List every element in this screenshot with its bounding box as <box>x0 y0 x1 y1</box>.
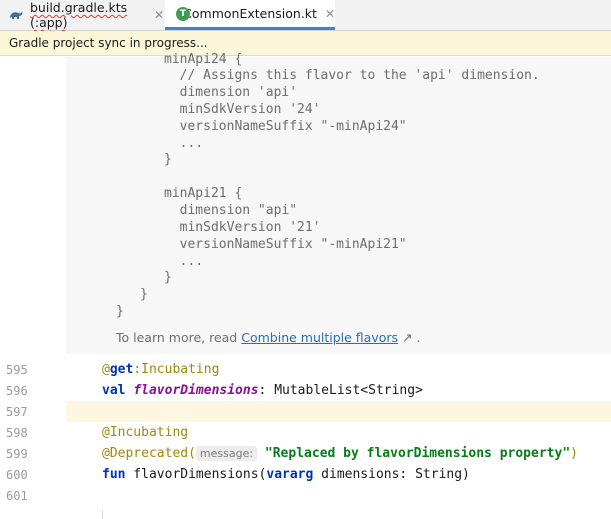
doc-code-line: minApi21 { <box>164 186 243 201</box>
doc-code-line: ... <box>164 254 204 269</box>
rendered-doc-comment <box>66 57 611 354</box>
close-icon[interactable]: ✕ <box>154 8 164 22</box>
keyword: fun <box>102 467 126 482</box>
close-icon[interactable]: ✕ <box>325 7 335 21</box>
doc-code-line: } <box>164 152 172 167</box>
annotation-close: ) <box>570 446 578 461</box>
line-number: 597 <box>6 405 28 419</box>
gradle-icon <box>8 7 24 23</box>
line-number: 595 <box>6 363 28 377</box>
doc-code-line: minApi24 { <box>164 52 243 67</box>
line-number: 600 <box>6 468 28 482</box>
line-number: 596 <box>6 384 28 398</box>
code-line-598[interactable]: @Incubating <box>102 425 188 440</box>
use-site-target: get <box>109 362 134 377</box>
doc-code-line: versionNameSuffix "-minApi24" <box>164 119 407 134</box>
line-number: 598 <box>6 426 28 440</box>
tab-build-gradle[interactable]: build.gradle.kts (:app) ✕ <box>0 0 164 30</box>
tab-common-extension[interactable]: T CommonExtension.kt ✕ <box>165 0 335 30</box>
doc-code-line: } <box>140 287 148 302</box>
learn-more-prefix: To learn more, read <box>116 330 242 345</box>
code-line-600[interactable]: fun flavorDimensions(vararg dimensions: … <box>102 467 470 482</box>
doc-code-line: ... <box>164 136 204 151</box>
doc-learn-more: To learn more, read Combine multiple fla… <box>116 330 420 345</box>
doc-code-line: minSdkVersion '21' <box>164 220 321 235</box>
keyword: val <box>102 383 126 398</box>
property-name: flavorDimensions <box>133 383 259 398</box>
line-number-gutter[interactable]: 595 596 597 598 599 600 601 <box>0 57 66 519</box>
doc-code-line: } <box>164 270 172 285</box>
combine-flavors-link[interactable]: Combine multiple flavors <box>241 330 398 345</box>
parameter-name-hint: message: <box>195 446 258 461</box>
code-line-596[interactable]: val flavorDimensions: MutableList<String… <box>102 383 423 398</box>
tab-label: build.gradle.kts (:app) <box>30 0 128 30</box>
editor-tab-bar: build.gradle.kts (:app) ✕ T CommonExtens… <box>0 0 611 31</box>
annotation: @Deprecated( <box>102 446 196 461</box>
function-name: flavorDimensions( <box>125 467 267 482</box>
annotation-name: :Incubating <box>133 362 220 377</box>
current-line-highlight <box>66 401 611 422</box>
annotation-at: @ <box>102 362 110 377</box>
keyword: vararg <box>266 467 314 482</box>
external-link-icon: ↗ . <box>398 330 421 345</box>
annotation: @Incubating <box>102 425 189 440</box>
doc-code-line: } <box>116 304 124 319</box>
type-declaration: : MutableList<String> <box>258 383 423 398</box>
banner-text: Gradle project sync in progress... <box>9 36 208 50</box>
tab-label: CommonExtension.kt <box>183 6 317 21</box>
line-number: 601 <box>6 489 28 503</box>
parameters: dimensions: String) <box>313 467 470 482</box>
code-line-599[interactable]: @Deprecated(message: "Replaced by flavor… <box>102 446 578 461</box>
sync-notification-banner: Gradle project sync in progress... <box>0 31 611 56</box>
doc-code-line: dimension 'api' <box>164 85 298 100</box>
kotlin-file-icon: T <box>175 6 190 22</box>
indent-guide <box>102 510 103 519</box>
doc-code-line: minSdkVersion '24' <box>164 102 321 117</box>
string-literal: "Replaced by flavorDimensions property" <box>264 446 571 461</box>
doc-code-line: // Assigns this flavor to the 'api' dime… <box>164 68 540 83</box>
code-line-595[interactable]: @get:Incubating <box>102 362 219 377</box>
doc-code-line: versionNameSuffix "-minApi21" <box>164 237 407 252</box>
line-number: 599 <box>6 447 28 461</box>
doc-code-line: dimension "api" <box>164 203 298 218</box>
